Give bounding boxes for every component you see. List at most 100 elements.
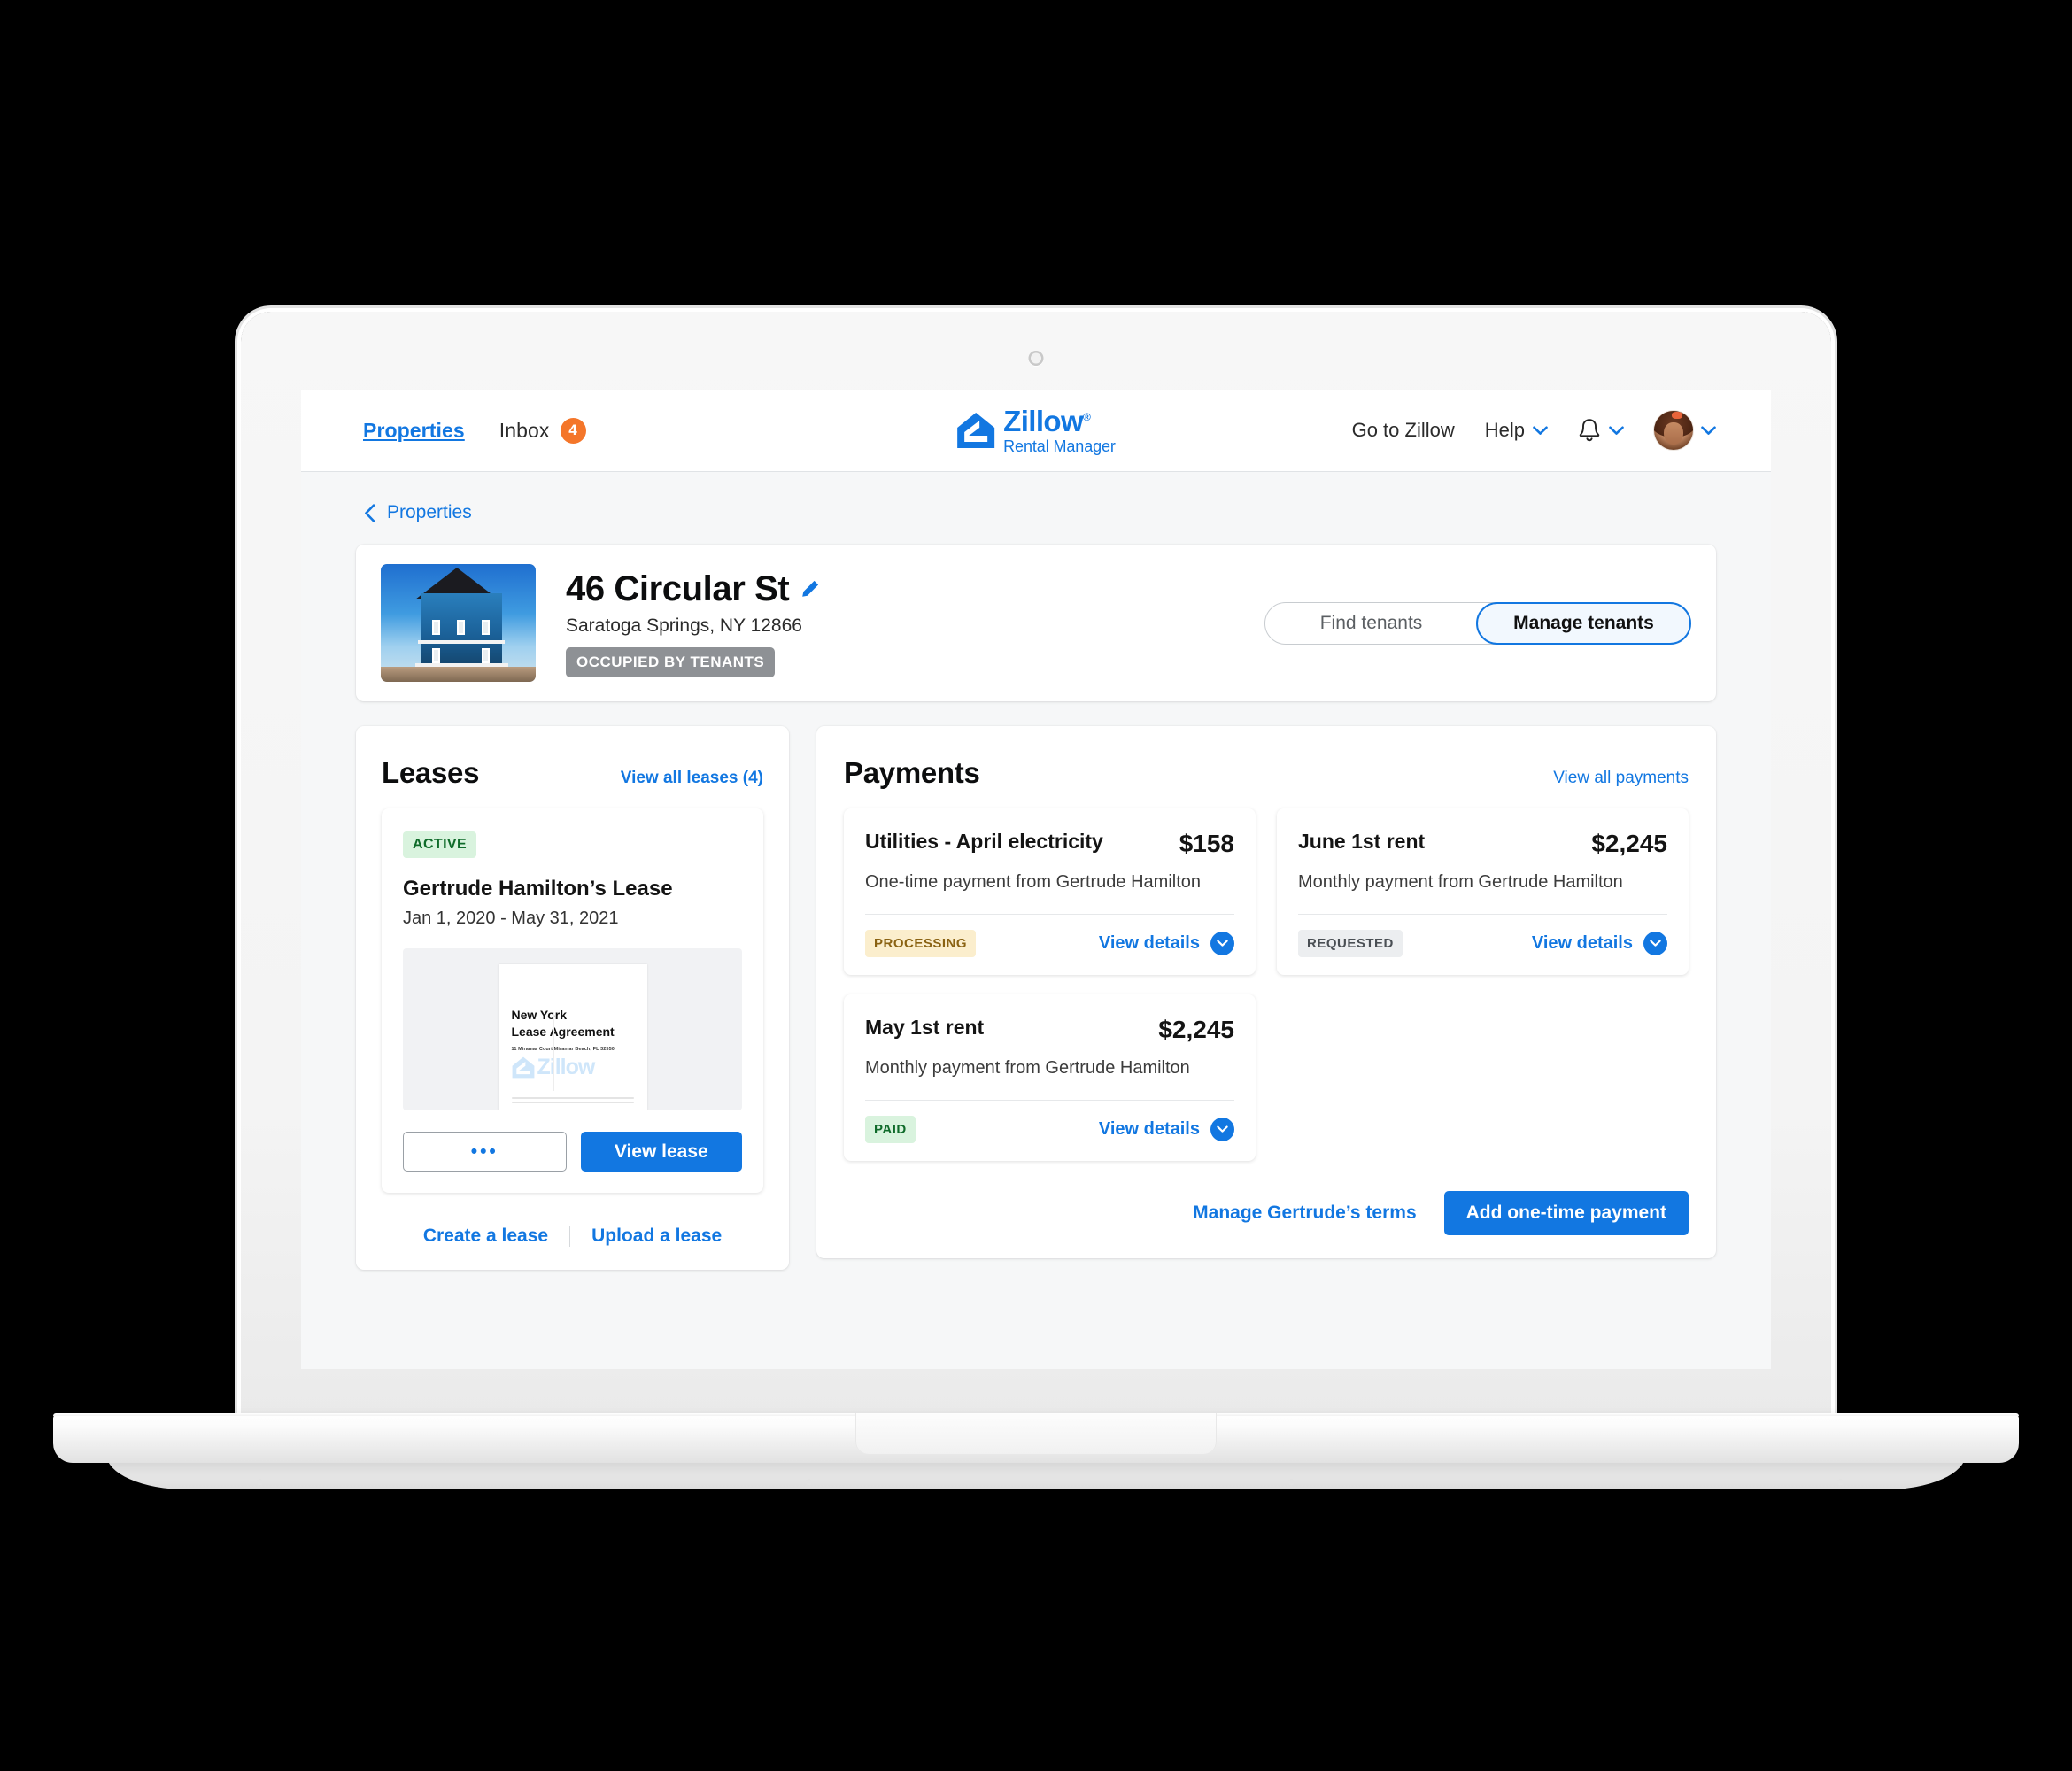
lease-card-actions: ••• View lease [403, 1132, 742, 1172]
divider [865, 1100, 1234, 1101]
view-details-button[interactable]: View details [1099, 1118, 1234, 1141]
view-all-payments-link[interactable]: View all payments [1553, 769, 1689, 788]
chevron-down-icon [1533, 426, 1548, 435]
payment-title: May 1st rent [865, 1016, 985, 1039]
status-badge: OCCUPIED BY TENANTS [566, 646, 776, 677]
payments-panel-header: Payments View all payments [844, 756, 1689, 790]
nav-item-notifications[interactable] [1578, 418, 1624, 444]
chevron-down-icon [1609, 426, 1624, 435]
leases-title: Leases [382, 756, 480, 789]
doc-fine-print [511, 1094, 634, 1103]
view-details-label: View details [1531, 933, 1633, 953]
page-content: Properties 46 Circular St Saratoga Sprin… [301, 502, 1771, 1270]
tenant-mode-toggle: Find tenants Manage tenants [1264, 601, 1691, 645]
nav-item-inbox-label: Inbox [499, 418, 550, 442]
lease-document-thumbnail[interactable]: New York Lease Agreement 11 Miramar Cour… [403, 948, 742, 1110]
payment-status-badge: PROCESSING [865, 930, 977, 957]
doc-title-line1: New York [511, 1008, 568, 1022]
doc-title-line2: Lease Agreement [511, 1024, 615, 1039]
payment-title: Utilities - April electricity [865, 830, 1103, 853]
laptop-lid: Properties Inbox 4 Zillow® Rental Manage… [241, 312, 1831, 1420]
avatar [1654, 411, 1693, 450]
view-details-label: View details [1098, 933, 1200, 953]
chevron-down-icon [1701, 426, 1716, 435]
laptop-mockup: Properties Inbox 4 Zillow® Rental Manage… [0, 0, 2072, 1771]
leases-panel: Leases View all leases (4) ACTIVE Gertru… [356, 726, 789, 1270]
payment-source: One-time payment from Gertrude Hamilton [865, 872, 1202, 892]
payment-source: Monthly payment from Gertrude Hamilton [1298, 872, 1623, 892]
bell-icon [1579, 418, 1600, 441]
logo-brand-sub: Rental Manager [1003, 437, 1116, 455]
view-details-button[interactable]: View details [1532, 932, 1667, 955]
breadcrumb[interactable]: Properties [364, 502, 1716, 523]
payment-card: Utilities - April electricity $158 One-t… [844, 808, 1256, 975]
zillow-house-icon [512, 1056, 534, 1079]
nav-item-help-label: Help [1484, 419, 1525, 441]
payment-amount: $2,245 [1591, 830, 1667, 857]
page-title: 46 Circular St [566, 568, 790, 608]
chevron-left-icon [365, 503, 375, 522]
payment-amount: $2,245 [1158, 1016, 1234, 1043]
chevron-down-icon [1210, 932, 1234, 955]
payment-source: Monthly payment from Gertrude Hamilton [865, 1058, 1190, 1078]
doc-address-line: 11 Miramar Court Miramar Beach, FL 32550 [511, 1046, 615, 1052]
property-photo[interactable] [381, 564, 536, 682]
lease-more-options-button[interactable]: ••• [403, 1132, 567, 1172]
footer-divider [569, 1226, 571, 1247]
view-details-button[interactable]: View details [1099, 932, 1234, 955]
lease-name: Gertrude Hamilton’s Lease [403, 877, 673, 901]
inbox-unread-badge: 4 [560, 417, 586, 444]
payments-grid: Utilities - April electricity $158 One-t… [844, 808, 1689, 1161]
payment-status-badge: REQUESTED [1298, 930, 1403, 957]
secondary-nav: Go to Zillow Help [1352, 411, 1716, 450]
divider [1298, 914, 1667, 915]
primary-nav: Properties Inbox 4 [363, 417, 586, 444]
toggle-find-tenants[interactable]: Find tenants [1265, 603, 1477, 644]
lease-status-badge: ACTIVE [403, 831, 477, 858]
manage-terms-link[interactable]: Manage Gertrude’s terms [1193, 1203, 1416, 1224]
top-navbar: Properties Inbox 4 Zillow® Rental Manage… [301, 390, 1771, 472]
upload-a-lease-link[interactable]: Upload a lease [591, 1226, 722, 1247]
webcam-icon [1028, 351, 1044, 366]
laptop-base-notch [855, 1413, 1217, 1454]
payment-card: May 1st rent $2,245 Monthly payment from… [844, 994, 1256, 1161]
nav-item-account-menu[interactable] [1654, 411, 1716, 450]
chevron-down-icon [1643, 932, 1667, 955]
nav-item-properties[interactable]: Properties [363, 419, 465, 443]
edit-pencil-icon[interactable] [800, 579, 820, 599]
payment-status-badge: PAID [865, 1116, 916, 1143]
payment-amount: $158 [1179, 830, 1234, 857]
payments-panel: Payments View all payments Utilities - A… [816, 726, 1716, 1258]
create-a-lease-link[interactable]: Create a lease [423, 1226, 548, 1247]
lease-date-range: Jan 1, 2020 - May 31, 2021 [403, 909, 619, 928]
add-one-time-payment-button[interactable]: Add one-time payment [1443, 1191, 1689, 1235]
nav-item-inbox[interactable]: Inbox 4 [499, 417, 586, 444]
view-all-leases-link[interactable]: View all leases (4) [621, 769, 763, 788]
leases-panel-footer: Create a lease Upload a lease [382, 1226, 763, 1247]
dashboard-panels: Leases View all leases (4) ACTIVE Gertru… [356, 726, 1716, 1270]
lease-card: ACTIVE Gertrude Hamilton’s Lease Jan 1, … [382, 808, 763, 1193]
logo-brand-name: Zillow® [1003, 405, 1091, 437]
logo-wordmark: Zillow® Rental Manager [1003, 406, 1116, 454]
payments-title: Payments [844, 756, 980, 789]
toggle-manage-tenants[interactable]: Manage tenants [1476, 601, 1691, 645]
property-address: Saratoga Springs, NY 12866 [566, 615, 802, 636]
nav-item-help[interactable]: Help [1485, 419, 1548, 442]
payments-panel-footer: Manage Gertrude’s terms Add one-time pay… [844, 1191, 1689, 1235]
breadcrumb-link-properties[interactable]: Properties [387, 502, 472, 523]
doc-watermark-text: Zillow [537, 1054, 596, 1079]
payment-card: June 1st rent $2,245 Monthly payment fro… [1277, 808, 1689, 975]
browser-viewport: Properties Inbox 4 Zillow® Rental Manage… [301, 390, 1771, 1369]
payment-title: June 1st rent [1298, 830, 1426, 853]
property-info: 46 Circular St Saratoga Springs, NY 1286… [566, 569, 820, 677]
nav-item-go-to-zillow[interactable]: Go to Zillow [1352, 419, 1455, 442]
view-details-label: View details [1098, 1119, 1200, 1139]
view-lease-button[interactable]: View lease [580, 1132, 742, 1172]
zillow-rental-manager-logo[interactable]: Zillow® Rental Manager [956, 406, 1116, 454]
property-summary-card: 46 Circular St Saratoga Springs, NY 1286… [356, 545, 1716, 701]
doc-watermark: Zillow [512, 1055, 634, 1080]
chevron-down-icon [1210, 1118, 1234, 1141]
divider [865, 914, 1234, 915]
leases-panel-header: Leases View all leases (4) [382, 756, 763, 790]
zillow-house-icon [957, 413, 995, 448]
